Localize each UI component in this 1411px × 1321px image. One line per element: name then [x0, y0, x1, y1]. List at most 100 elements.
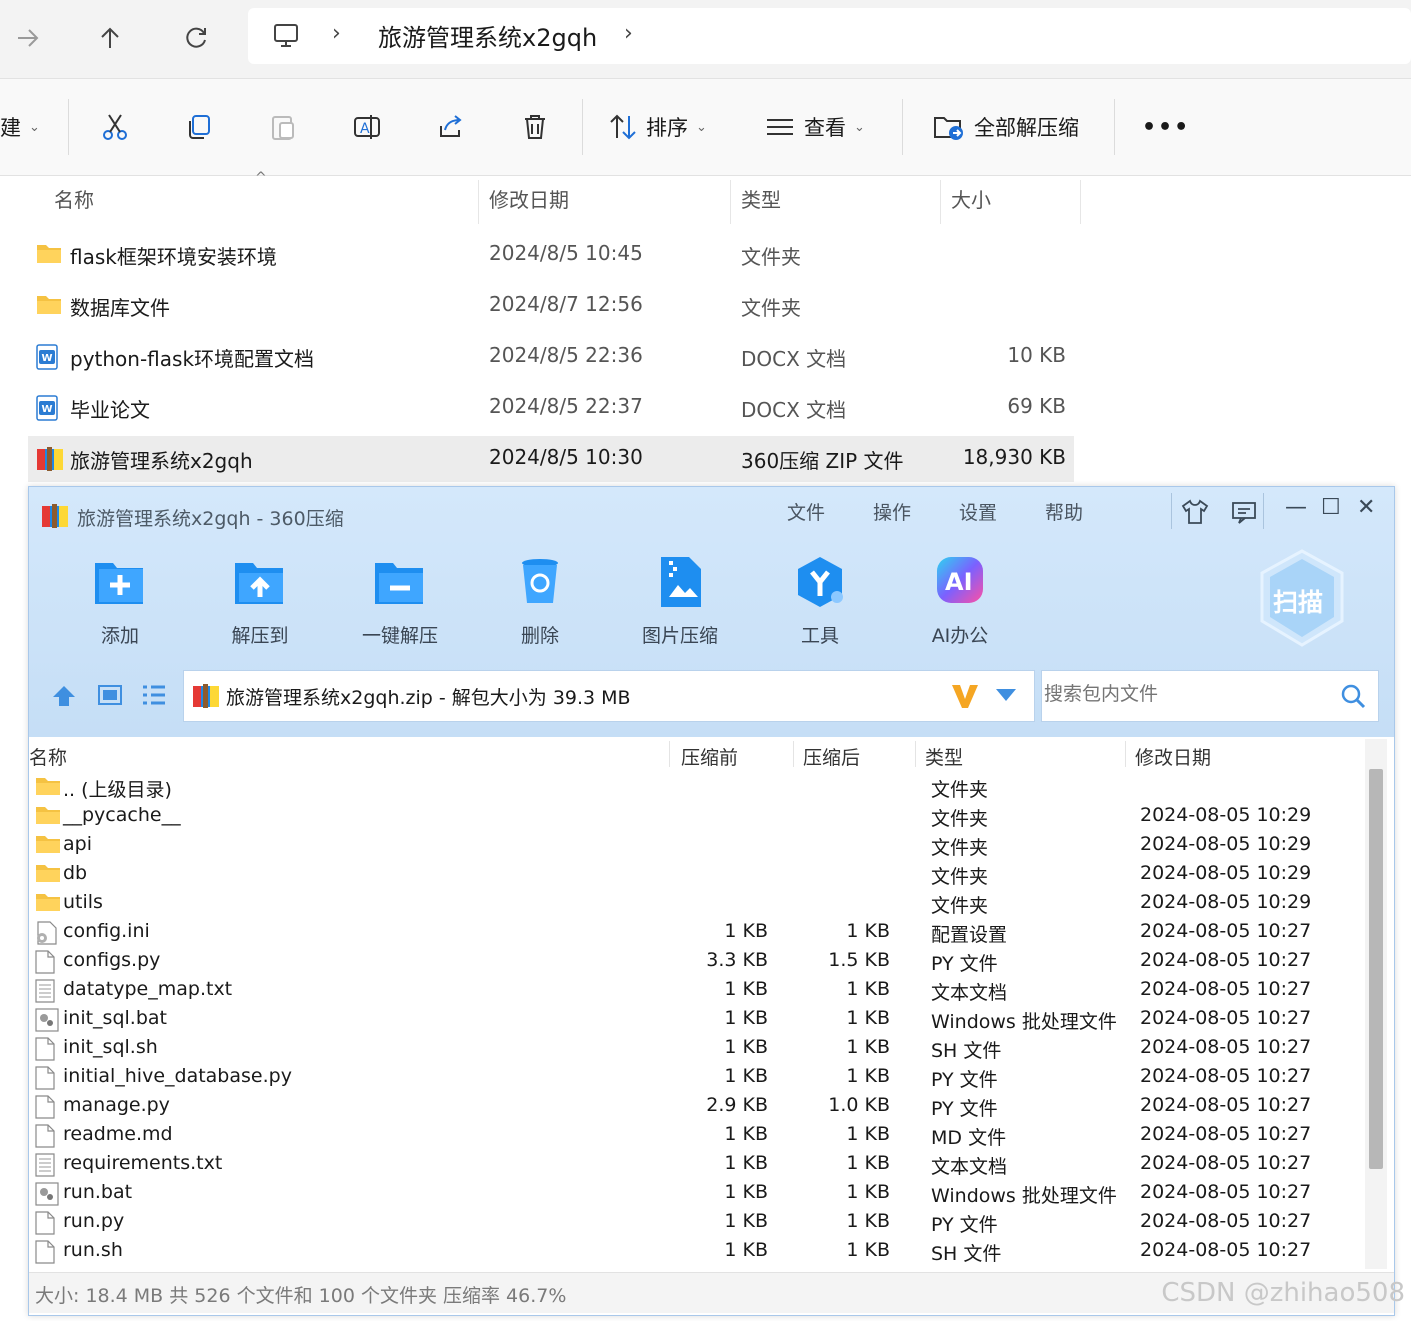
- file-row[interactable]: flask框架环境安装环境 2024/8/5 10:45 文件夹: [28, 232, 1074, 278]
- archive-entry-modified: 2024-08-05 10:27: [1140, 978, 1312, 1000]
- column-separator[interactable]: [1080, 180, 1081, 224]
- archive-entry-before: 3.3 KB: [706, 949, 768, 971]
- delete-button[interactable]: [520, 79, 550, 175]
- archive-entry-modified: 2024-08-05 10:27: [1140, 1210, 1312, 1232]
- file-row[interactable]: W 毕业论文 2024/8/5 22:37 DOCX 文档 69 KB: [28, 385, 1074, 431]
- menu-help[interactable]: 帮助: [1045, 498, 1083, 525]
- batch-file-icon: [35, 1008, 59, 1036]
- breadcrumb-separator[interactable]: ›: [624, 21, 633, 46]
- paste-button[interactable]: [268, 79, 298, 175]
- cut-button[interactable]: [100, 79, 130, 175]
- breadcrumb-folder[interactable]: 旅游管理系统x2gqh: [378, 18, 597, 53]
- zip-window-title: 旅游管理系统x2gqh - 360压缩: [77, 508, 344, 530]
- archive-row[interactable]: readme.md 1 KB 1 KB MD 文件 2024-08-05 10:27: [29, 1121, 1364, 1150]
- archive-entry-name: .. (上级目录): [63, 779, 172, 801]
- menu-settings[interactable]: 设置: [959, 498, 997, 525]
- divider: [68, 99, 69, 155]
- thumbnail-view-icon[interactable]: [97, 684, 123, 706]
- close-button[interactable]: ✕: [1357, 495, 1375, 520]
- column-separator[interactable]: [669, 741, 670, 767]
- new-button[interactable]: 建 ⌄: [0, 79, 40, 175]
- word-doc-icon: W: [36, 395, 58, 421]
- archive-entry-type: Windows 批处理文件: [931, 1011, 1117, 1033]
- extract-to-button[interactable]: 解压到: [205, 557, 315, 657]
- column-header-type[interactable]: 类型: [741, 184, 781, 213]
- archive-row[interactable]: db 文件夹 2024-08-05 10:29: [29, 860, 1364, 889]
- archive-row[interactable]: initial_hive_database.py 1 KB 1 KB PY 文件 202…: [29, 1063, 1364, 1092]
- ai-office-button[interactable]: AI AI办公: [905, 557, 1015, 657]
- folder-icon: [35, 834, 61, 858]
- forward-button[interactable]: [8, 18, 48, 58]
- archive-path-box[interactable]: 旅游管理系统x2gqh.zip - 解包大小为 39.3 MB: [183, 670, 1035, 722]
- zip-column-after[interactable]: 压缩后: [803, 743, 860, 770]
- tools-button[interactable]: 工具: [765, 557, 875, 657]
- archive-row[interactable]: run.bat 1 KB 1 KB Windows 批处理文件 2024-08-05 1…: [29, 1179, 1364, 1208]
- this-pc-icon[interactable]: [272, 22, 300, 54]
- image-compress-button[interactable]: 图片压缩: [625, 557, 735, 657]
- one-click-extract-button[interactable]: 一键解压: [345, 557, 455, 657]
- delete-archive-button[interactable]: 删除: [485, 557, 595, 657]
- zip-column-modified[interactable]: 修改日期: [1135, 743, 1211, 770]
- vip-badge-icon[interactable]: [950, 683, 980, 709]
- archive-search-box[interactable]: [1041, 670, 1379, 722]
- skin-shirt-icon[interactable]: [1181, 499, 1209, 525]
- sort-button[interactable]: 排序 ⌄: [608, 79, 707, 175]
- archive-row[interactable]: configs.py 3.3 KB 1.5 KB PY 文件 2024-08-05 10…: [29, 947, 1364, 976]
- archive-row[interactable]: run.sh 1 KB 1 KB SH 文件 2024-08-05 10:27: [29, 1237, 1364, 1266]
- view-button[interactable]: 查看 ⌄: [764, 79, 865, 175]
- column-header-size[interactable]: 大小: [951, 184, 991, 213]
- menu-file[interactable]: 文件: [787, 498, 825, 525]
- refresh-button[interactable]: [176, 18, 216, 58]
- menu-operate[interactable]: 操作: [873, 498, 911, 525]
- archive-search-input[interactable]: [1042, 671, 1336, 719]
- zip-column-type[interactable]: 类型: [925, 743, 963, 770]
- archive-row[interactable]: init_sql.sh 1 KB 1 KB SH 文件 2024-08-05 10:27: [29, 1034, 1364, 1063]
- archive-row[interactable]: api 文件夹 2024-08-05 10:29: [29, 831, 1364, 860]
- extract-all-button[interactable]: 全部解压缩: [932, 79, 1079, 175]
- archive-row[interactable]: config.ini 1 KB 1 KB 配置设置 2024-08-05 10:27: [29, 918, 1364, 947]
- file-row[interactable]: W python-flask环境配置文档 2024/8/5 22:36 DOCX…: [28, 334, 1074, 380]
- go-up-icon[interactable]: [51, 684, 77, 708]
- archive-entry-modified: 2024-08-05 10:27: [1140, 1181, 1312, 1203]
- archive-row[interactable]: .. (上级目录) 文件夹: [29, 773, 1364, 802]
- scrollbar-thumb[interactable]: [1369, 769, 1383, 1169]
- share-button[interactable]: [436, 79, 466, 175]
- column-separator[interactable]: [793, 741, 794, 767]
- list-view-icon[interactable]: [141, 684, 167, 706]
- add-button[interactable]: 添加: [65, 557, 175, 657]
- minimize-button[interactable]: —: [1285, 495, 1307, 520]
- archive-row[interactable]: init_sql.bat 1 KB 1 KB Windows 批处理文件 2024-08…: [29, 1005, 1364, 1034]
- column-separator[interactable]: [730, 180, 731, 224]
- breadcrumb-separator[interactable]: ›: [332, 21, 341, 46]
- up-button[interactable]: [90, 18, 130, 58]
- share-icon: [440, 115, 462, 137]
- archive-row[interactable]: run.py 1 KB 1 KB PY 文件 2024-08-05 10:27: [29, 1208, 1364, 1237]
- file-row-selected[interactable]: 旅游管理系统x2gqh 2024/8/5 10:30 360压缩 ZIP 文件 …: [28, 436, 1074, 482]
- archive-row[interactable]: requirements.txt 1 KB 1 KB 文本文档 2024-08-05 1…: [29, 1150, 1364, 1179]
- scan-button[interactable]: 扫描: [1257, 549, 1347, 647]
- column-header-name[interactable]: 名称: [54, 184, 94, 213]
- column-header-modified[interactable]: 修改日期: [489, 184, 569, 213]
- copy-button[interactable]: [184, 79, 214, 175]
- archive-row[interactable]: utils 文件夹 2024-08-05 10:29: [29, 889, 1364, 918]
- column-separator[interactable]: [1125, 741, 1126, 767]
- file-icon: [35, 1124, 55, 1152]
- file-row[interactable]: 数据库文件 2024/8/7 12:56 文件夹: [28, 283, 1074, 329]
- archive-row[interactable]: datatype_map.txt 1 KB 1 KB 文本文档 2024-08-05 1…: [29, 976, 1364, 1005]
- rename-button[interactable]: A: [352, 79, 382, 175]
- more-button[interactable]: •••: [1142, 79, 1190, 175]
- svg-text:W: W: [42, 353, 53, 364]
- archive-row[interactable]: manage.py 2.9 KB 1.0 KB PY 文件 2024-08-05 10:…: [29, 1092, 1364, 1121]
- feedback-icon[interactable]: [1231, 501, 1257, 525]
- maximize-button[interactable]: ☐: [1321, 495, 1341, 520]
- column-separator[interactable]: [915, 741, 916, 767]
- archive-row[interactable]: __pycache__ 文件夹 2024-08-05 10:29: [29, 802, 1364, 831]
- dropdown-triangle-icon[interactable]: [996, 689, 1016, 701]
- divider: [1171, 493, 1172, 529]
- breadcrumb[interactable]: › 旅游管理系统x2gqh ›: [248, 8, 1411, 64]
- zip-column-name[interactable]: 名称: [29, 743, 67, 770]
- column-separator[interactable]: [478, 180, 479, 224]
- column-separator[interactable]: [940, 180, 941, 224]
- zip-column-before[interactable]: 压缩前: [681, 743, 738, 770]
- search-icon[interactable]: [1340, 683, 1366, 709]
